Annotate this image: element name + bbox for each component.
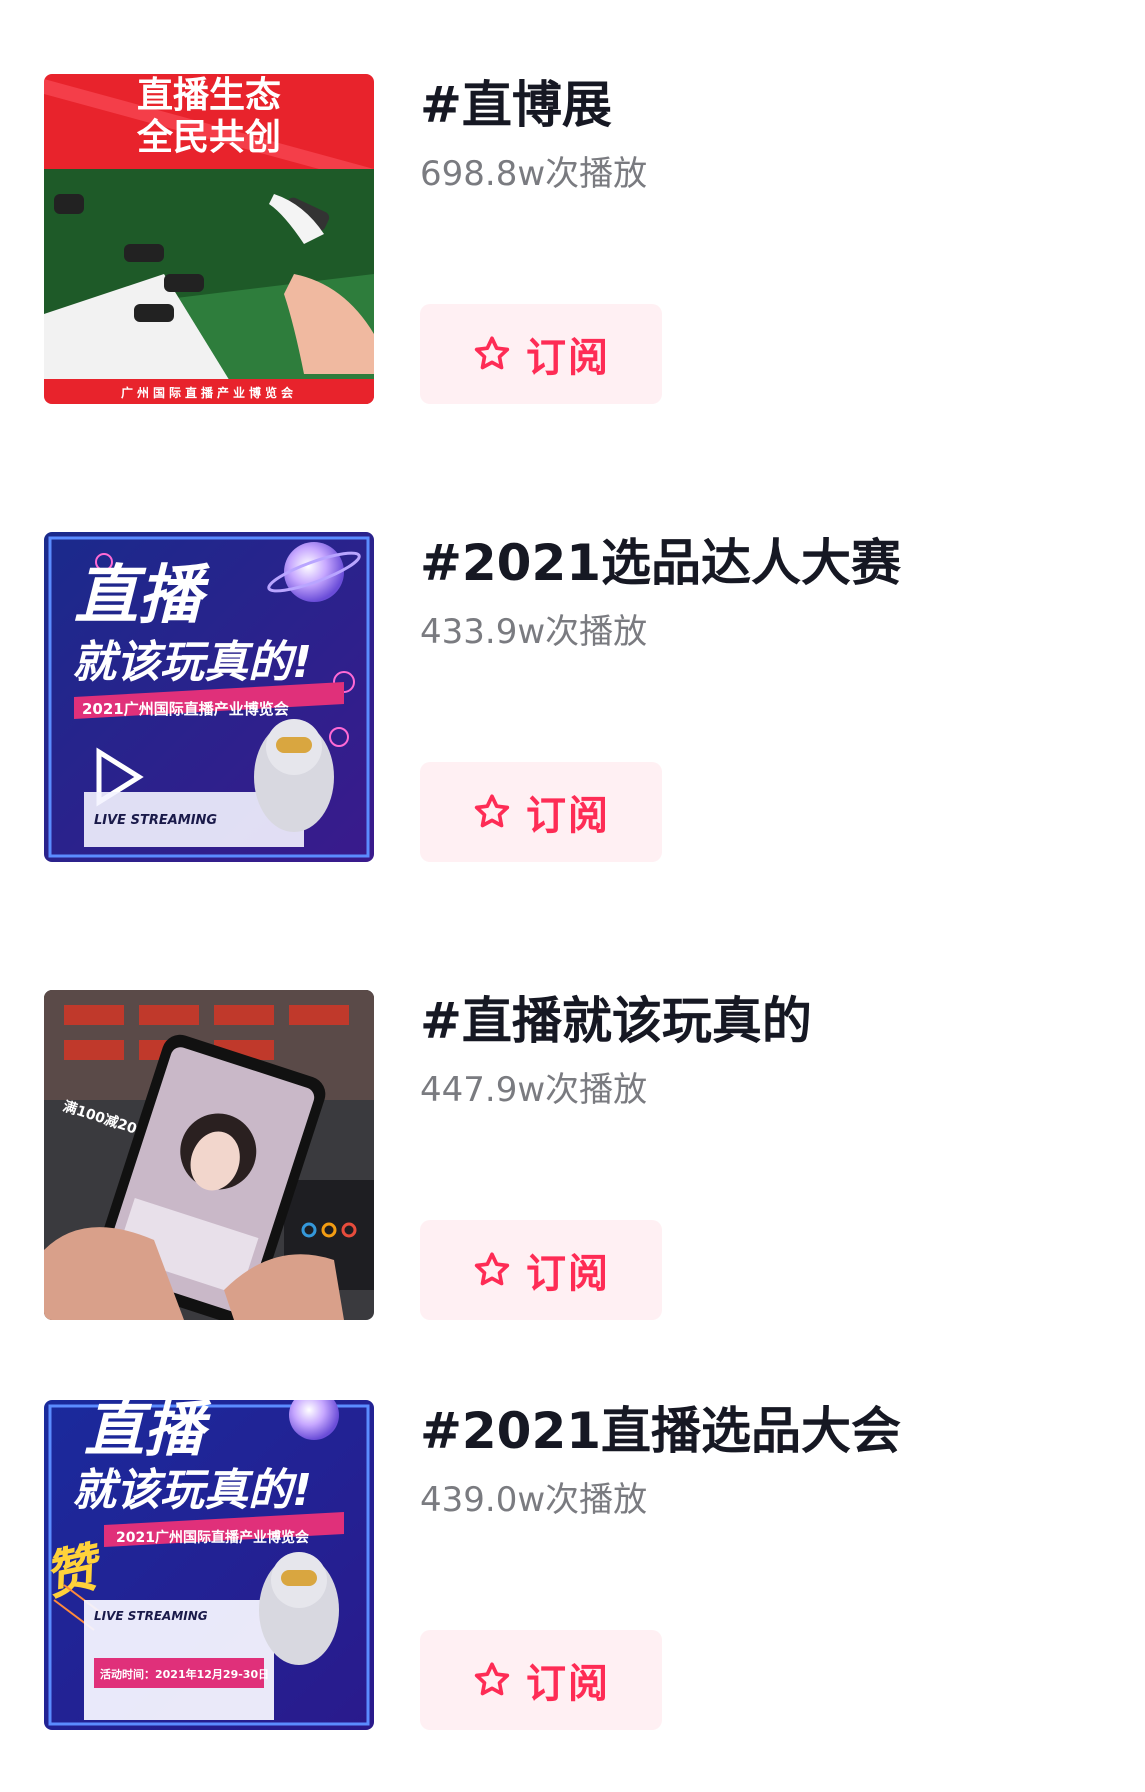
topic-title[interactable]: #2021选品达人大赛 [420, 532, 901, 594]
subscribe-label: 订阅 [526, 335, 610, 381]
topic-thumbnail[interactable]: 直播生态 全民共创 广州国际直播产业博览会 [44, 74, 374, 404]
topic-thumbnail[interactable]: 直播 就该玩真的! 2021广州国际直播产业博览会 赞 LIVE STREAMI… [44, 1400, 374, 1730]
thumb-date: 活动时间：2021年12月29-30日 [100, 1667, 269, 1681]
play-count: 698.8w次播放 [420, 154, 648, 194]
topic-thumbnail[interactable]: 直播 就该玩真的! 2021广州国际直播产业博览会 LIVE STREAMING [44, 532, 374, 862]
topic-item[interactable]: 直播 就该玩真的! 2021广州国际直播产业博览会 LIVE STREAMING… [0, 532, 1145, 862]
thumb-headline: 全民共创 [136, 116, 281, 158]
star-outline-icon [474, 336, 510, 370]
subscribe-button[interactable]: 订阅 [420, 762, 662, 862]
thumb-headline: 直播生态 [137, 75, 281, 116]
topic-title[interactable]: #直博展 [420, 74, 612, 136]
subscribe-button[interactable]: 订阅 [420, 304, 662, 404]
subscribe-button[interactable]: 订阅 [420, 1220, 662, 1320]
thumb-footer: 广州国际直播产业博览会 [121, 385, 297, 400]
thumb-subline: 2021广州国际直播产业博览会 [82, 700, 289, 718]
thumb-headline: 直播 [84, 1400, 212, 1465]
play-count: 433.9w次播放 [420, 612, 648, 652]
thumb-headline: 就该玩真的! [72, 1465, 312, 1516]
star-outline-icon [474, 794, 510, 828]
subscribe-button[interactable]: 订阅 [420, 1630, 662, 1730]
subscribe-label: 订阅 [526, 793, 610, 839]
star-outline-icon [474, 1662, 510, 1696]
topic-item[interactable]: 直播 就该玩真的! 2021广州国际直播产业博览会 赞 LIVE STREAMI… [0, 1400, 1145, 1730]
topic-thumbnail[interactable]: 满100减20 [44, 990, 374, 1320]
thumb-subline: 2021广州国际直播产业博览会 [116, 1529, 310, 1546]
thumb-tag: LIVE STREAMING [94, 1609, 208, 1623]
topic-title[interactable]: #2021直播选品大会 [420, 1400, 901, 1462]
thumb-tag: LIVE STREAMING [94, 813, 217, 828]
topic-title[interactable]: #直播就该玩真的 [420, 990, 812, 1052]
play-count: 447.9w次播放 [420, 1070, 648, 1110]
thumb-headline: 就该玩真的! [72, 637, 312, 688]
topic-item[interactable]: 直播生态 全民共创 广州国际直播产业博览会 #直博展 698.8w次播放 订阅 [0, 74, 1145, 404]
play-count: 439.0w次播放 [420, 1480, 648, 1520]
subscribe-label: 订阅 [526, 1251, 610, 1297]
thumb-headline: 直播 [74, 559, 210, 633]
star-outline-icon [474, 1252, 510, 1286]
subscribe-label: 订阅 [526, 1661, 610, 1707]
topic-item[interactable]: 满100减20 #直播就该玩真的 447.9w次播放 订阅 [0, 990, 1145, 1320]
